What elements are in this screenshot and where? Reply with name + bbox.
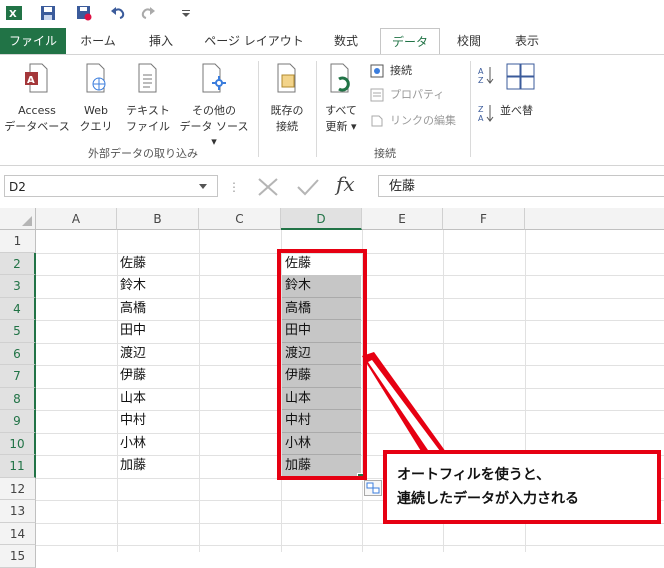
callout-line2: 連続したデータが入力される <box>397 491 579 507</box>
annotation-callout: オートフィルを使うと、 連続したデータが入力される <box>383 450 661 524</box>
callout-line1: オートフィルを使うと、 <box>397 467 551 483</box>
